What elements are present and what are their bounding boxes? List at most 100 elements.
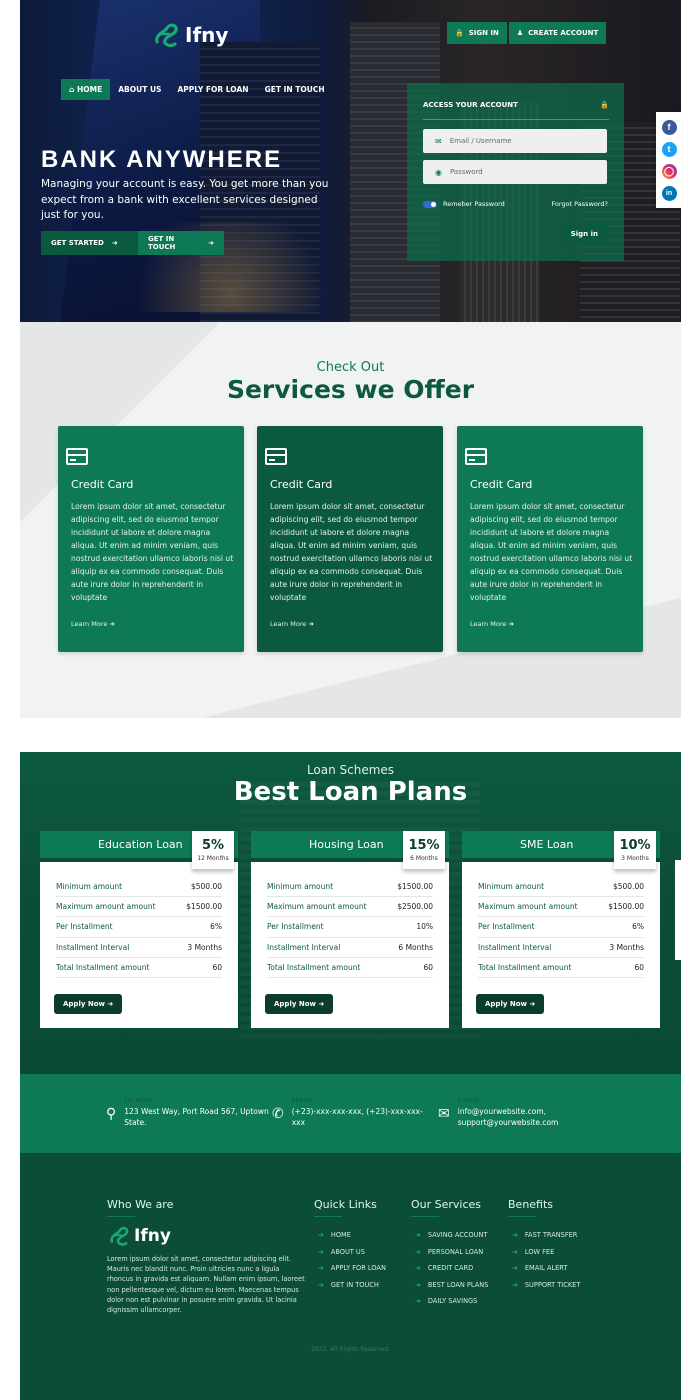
footer-link[interactable]: ➜ SAVING ACCOUNT [415,1227,488,1244]
footer-link[interactable]: ➜ PERSONAL LOAN [415,1244,488,1261]
plan-row: Installment Interval 3 Months [56,938,222,958]
learn-more-link[interactable]: Learn More ➜ [71,620,115,628]
plan-row: Maximum amount amount $2500.00 [267,897,433,918]
footer-benefits-links: ➜ FAST TRANSFER ➜ LOW FEE ➜ EMAIL ALERT ➜ SUPPO… [512,1227,580,1293]
learn-more-link[interactable]: Learn More ➜ [270,620,314,628]
remember-toggle[interactable] [423,200,437,208]
facebook-icon[interactable]: f [661,119,677,135]
login-submit-button[interactable]: Sign in [560,224,608,244]
arrow-right-icon: ➜ [512,1280,518,1289]
footer-benefits-title: Benefits [508,1198,554,1211]
apply-now-button[interactable]: Apply Now ➜ [265,994,334,1014]
plan-row: Total Installment amount 60 [267,958,433,978]
footer-link[interactable]: ➜ SUPPORT TICKET [512,1277,580,1294]
arrow-right-icon: ➜ [512,1231,518,1240]
footer-link[interactable]: ➜ DAILY SAVINGS [415,1293,488,1310]
email-field[interactable]: ✉ Email / Username [423,129,607,153]
auth-buttons: 🔒 SIGN IN ♟ CREATE ACCOUNT [447,22,607,44]
arrow-right-icon: ➜ [318,1247,324,1256]
footer-quick-title: Quick Links [314,1198,377,1211]
service-card: Credit Card Lorem ipsum dolor sit amet, … [257,426,443,652]
plan-row-label: Minimum amount [267,882,334,892]
login-panel: ACCESS YOUR ACCOUNT 🔒 ✉ Email / Username… [407,83,624,261]
nav-apply-for-loan[interactable]: APPLY FOR LOAN [169,79,256,100]
plan-row-value: $500.00 [612,882,644,892]
arrow-right-icon: ➜ [512,1264,518,1273]
apply-now-button[interactable]: Apply Now ➜ [54,994,123,1014]
page: Ifny ⌂ HOME ABOUT US APPLY FOR LOAN GET … [20,0,681,1400]
arrow-right-icon: ➜ [318,1264,324,1273]
footer-link[interactable]: ➜ GET IN TOUCH [318,1277,386,1294]
footer-link[interactable]: ➜ EMAIL ALERT [512,1260,580,1277]
nav-home[interactable]: ⌂ HOME [61,79,111,100]
plan-row-value: 60 [634,962,644,972]
footer-link[interactable]: ➜ CREDIT CARD [415,1260,488,1277]
sign-in-button[interactable]: 🔒 SIGN IN [447,22,507,44]
plan-row: Maximum amount amount $1500.00 [56,897,222,918]
plan-row-label: Installment Interval [267,942,341,952]
plan-row-value: $500.00 [190,882,222,892]
plan-row-label: Total Installment amount [267,962,361,972]
arrow-right-icon: ➜ [512,1247,518,1256]
learn-more-link[interactable]: Learn More ➜ [470,620,514,628]
divider [411,1216,439,1217]
footer-link[interactable]: ➜ APPLY FOR LOAN [318,1260,386,1277]
plan-rate-badge: 5% 12 Months [192,831,234,869]
plan-row: Minimum amount $500.00 [478,877,644,898]
social-bar-partial [675,860,683,960]
remember-password[interactable]: Remeber Password [423,200,505,208]
footer-link[interactable]: ➜ HOME [318,1227,386,1244]
arrow-right-icon: ➜ [415,1247,421,1256]
footer-link[interactable]: ➜ ABOUT US [318,1244,386,1261]
password-field[interactable]: ◉ Password [423,160,607,184]
footer-link[interactable]: ➜ FAST TRANSFER [512,1227,580,1244]
contact-phone: ✆ Phone (+23)-xxx-xxx-xxx, (+23)-xxx-xxx… [272,1096,423,1127]
apply-now-button[interactable]: Apply Now ➜ [476,994,545,1014]
plan-row-value: $1500.00 [186,902,222,912]
plan-details: Minimum amount $1500.00 Maximum amount a… [267,877,433,978]
plan-row: Installment Interval 3 Months [478,938,644,958]
twitter-icon[interactable]: t [661,141,677,157]
plan-row-label: Per Installment [478,922,535,932]
linkedin-icon[interactable]: in [661,185,677,201]
plan-row-label: Installment Interval [478,942,552,952]
get-in-touch-button[interactable]: GET IN TOUCH ➜ [138,231,224,255]
envelope-icon: ✉ [438,1106,450,1122]
get-started-button[interactable]: GET STARTED ➜ [41,231,145,255]
card-title: Credit Card [470,478,533,491]
plan-row-value: 60 [423,962,433,972]
arrow-right-icon: ➜ [415,1231,421,1240]
forgot-password-link[interactable]: Forgot Password? [551,200,608,208]
arrow-right-icon: ➜ [318,1280,324,1289]
plan-row-label: Per Installment [267,922,324,932]
plan-term: 6 Months [410,855,438,862]
footer-link[interactable]: ➜ LOW FEE [512,1244,580,1261]
arrow-right-icon: ➜ [208,239,214,247]
map-pin-icon: ⚲ [106,1106,117,1122]
contact-bar: ⚲ Location 123 West Way, Port Road 567, … [20,1074,681,1153]
footer-link[interactable]: ➜ BEST LOAN PLANS [415,1277,488,1294]
plan-row: Per Installment 6% [478,917,644,938]
arrow-right-icon: ➜ [318,1231,324,1240]
plan-row-value: $2500.00 [397,902,433,912]
arrow-right-icon: ➜ [107,1000,114,1008]
envelope-icon: ✉ [435,136,442,146]
loan-plan-card: Education Loan 5% 12 Months Minimum amou… [40,831,238,1028]
nav-get-in-touch[interactable]: GET IN TOUCH [257,79,333,100]
hero-subtitle: Managing your account is easy. You get m… [41,178,329,221]
instagram-icon[interactable]: ◯ [661,163,677,179]
contact-location: ⚲ Location 123 West Way, Port Road 567, … [106,1096,269,1127]
credit-card-icon [465,448,487,465]
plan-row-label: Installment Interval [56,942,130,952]
login-heading: ACCESS YOUR ACCOUNT 🔒 [423,101,609,109]
footer-logo[interactable]: Ifny [107,1224,171,1248]
plan-row-value: 6 Months [398,942,433,952]
nav-about-us[interactable]: ABOUT US [110,79,169,100]
divider [107,1216,135,1217]
plan-row-value: $1500.00 [397,882,433,892]
logo[interactable]: Ifny [151,20,228,50]
create-account-button[interactable]: ♟ CREATE ACCOUNT [508,22,607,44]
card-text: Lorem ipsum dolor sit amet, consectetur … [470,502,633,602]
lock-icon: 🔒 [455,29,464,37]
plan-rate-badge: 10% 3 Months [614,831,656,869]
